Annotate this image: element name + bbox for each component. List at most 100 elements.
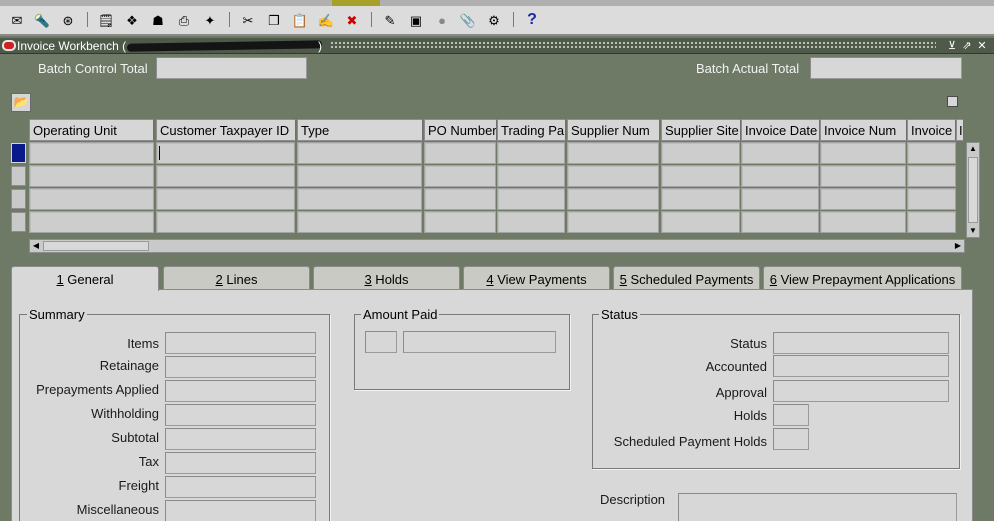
grid-cell[interactable] [820, 188, 906, 210]
grid-cell[interactable] [424, 142, 496, 164]
translations-icon[interactable]: ● [433, 11, 451, 29]
row-selector-1[interactable] [11, 143, 26, 163]
grid-cell[interactable] [820, 165, 906, 187]
grid-cell[interactable] [567, 165, 659, 187]
grid-cell[interactable] [156, 188, 295, 210]
grid-cell[interactable] [661, 211, 740, 233]
navigator-icon[interactable]: ⊛ [59, 11, 77, 29]
new-record-icon[interactable]: ✍ [317, 11, 335, 29]
close-icon[interactable]: ✕ [975, 38, 989, 53]
grid-cell[interactable] [424, 165, 496, 187]
approval-field[interactable] [773, 380, 949, 402]
grid-cell[interactable] [661, 188, 740, 210]
grid-cell[interactable] [156, 165, 295, 187]
grid-cell[interactable] [297, 188, 422, 210]
find-icon[interactable]: 🔦 [33, 11, 51, 29]
minimize-icon[interactable]: ⊻ [945, 38, 959, 53]
accounted-field[interactable] [773, 355, 949, 377]
column-header-operating-unit[interactable]: Operating Unit [29, 119, 154, 141]
tax-field[interactable] [165, 452, 316, 474]
column-header-type[interactable]: Type [297, 119, 423, 141]
scroll-down-icon[interactable]: ▼ [967, 225, 979, 237]
grid-cell[interactable] [297, 165, 422, 187]
column-header-overflow[interactable]: I [956, 119, 964, 141]
grid-cell[interactable] [497, 142, 565, 164]
freight-field[interactable] [165, 476, 316, 498]
tab-scheduled-payments[interactable]: 5 Scheduled Payments [613, 266, 760, 290]
items-field[interactable] [165, 332, 316, 354]
grid-cell[interactable] [741, 188, 819, 210]
close-form-icon[interactable]: ✦ [201, 11, 219, 29]
grid-vertical-scrollbar[interactable]: ▲ ▼ [966, 142, 980, 238]
withholding-field[interactable] [165, 404, 316, 426]
scroll-up-icon[interactable]: ▲ [967, 143, 979, 155]
edit-field-icon[interactable]: ✎ [381, 11, 399, 29]
batch-control-total-field[interactable] [156, 57, 307, 79]
new-icon[interactable]: ✉ [8, 11, 26, 29]
grid-cell[interactable] [156, 211, 295, 233]
grid-cell[interactable] [907, 165, 956, 187]
switch-responsibility-icon[interactable]: ☗ [149, 11, 167, 29]
print-icon[interactable]: ⎙ [175, 11, 193, 29]
miscellaneous-field[interactable] [165, 500, 316, 521]
tab-view-prepayment-applications[interactable]: 6 View Prepayment Applications [763, 266, 962, 290]
scroll-right-icon[interactable]: ▶ [952, 240, 964, 252]
row-selector-2[interactable] [11, 166, 26, 186]
grid-cell[interactable] [741, 165, 819, 187]
copy-icon[interactable]: ❐ [265, 11, 283, 29]
grid-cell[interactable] [156, 142, 295, 164]
delete-record-icon[interactable]: ✖ [343, 11, 361, 29]
save-icon[interactable]: 🗒 [97, 11, 115, 29]
status-field[interactable] [773, 332, 949, 354]
grid-cell[interactable] [661, 165, 740, 187]
column-header-invoice-num[interactable]: Invoice Num [820, 119, 907, 141]
tab-general[interactable]: 1 General [11, 266, 159, 291]
column-header-supplier-site[interactable]: Supplier Site [661, 119, 741, 141]
grid-cell[interactable] [567, 188, 659, 210]
grid-cell[interactable] [907, 211, 956, 233]
column-header-trading-partner[interactable]: Trading Pa [497, 119, 566, 141]
amount-paid-currency-field[interactable] [365, 331, 397, 353]
column-header-invoice-date[interactable]: Invoice Date [741, 119, 820, 141]
grid-cell[interactable] [567, 211, 659, 233]
prepayments-applied-field[interactable] [165, 380, 316, 402]
next-step-icon[interactable]: ❖ [123, 11, 141, 29]
cut-icon[interactable]: ✂ [239, 11, 257, 29]
grid-cell[interactable] [907, 188, 956, 210]
description-field[interactable] [678, 493, 957, 521]
grid-cell[interactable] [741, 142, 819, 164]
grid-cell[interactable] [297, 211, 422, 233]
retainage-field[interactable] [165, 356, 316, 378]
grid-cell[interactable] [29, 165, 154, 187]
column-header-supplier-num[interactable]: Supplier Num [567, 119, 660, 141]
horizontal-scroll-thumb[interactable] [43, 241, 149, 251]
grid-horizontal-scrollbar[interactable]: ◀ ▶ [29, 239, 965, 253]
row-selector-4[interactable] [11, 212, 26, 232]
grid-cell[interactable] [820, 142, 906, 164]
grid-cell[interactable] [424, 211, 496, 233]
maximize-icon[interactable]: ⇗ [960, 38, 974, 53]
tab-view-payments[interactable]: 4 View Payments [463, 266, 610, 290]
column-header-po-number[interactable]: PO Number [424, 119, 497, 141]
grid-cell[interactable] [820, 211, 906, 233]
holds-field[interactable] [773, 404, 809, 426]
grid-cell[interactable] [567, 142, 659, 164]
select-checkbox[interactable] [947, 96, 958, 107]
batch-actual-total-field[interactable] [810, 57, 962, 79]
column-header-customer-taxpayer-id[interactable]: Customer Taxpayer ID [156, 119, 296, 141]
grid-cell[interactable] [497, 165, 565, 187]
grid-cell[interactable] [661, 142, 740, 164]
paste-icon[interactable]: 📋 [291, 11, 309, 29]
vertical-scroll-thumb[interactable] [968, 157, 978, 223]
grid-cell[interactable] [907, 142, 956, 164]
zoom-icon[interactable]: ▣ [407, 11, 425, 29]
grid-cell[interactable] [741, 211, 819, 233]
help-icon[interactable]: ? [523, 11, 541, 29]
grid-cell[interactable] [497, 211, 565, 233]
subtotal-field[interactable] [165, 428, 316, 450]
grid-cell[interactable] [297, 142, 422, 164]
tab-holds[interactable]: 3 Holds [313, 266, 460, 290]
amount-paid-field[interactable] [403, 331, 556, 353]
attachments-icon[interactable]: 📎 [459, 11, 477, 29]
grid-cell[interactable] [424, 188, 496, 210]
